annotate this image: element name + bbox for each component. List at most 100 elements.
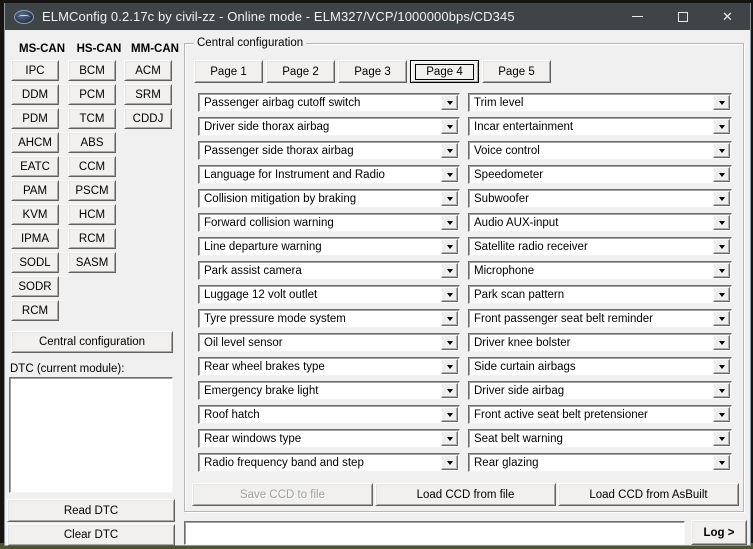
config-dropdown[interactable]: Driver knee bolster [468, 333, 732, 352]
tab-page-3[interactable]: Page 3 [338, 60, 407, 83]
config-dropdown[interactable]: Tyre pressure mode system [198, 309, 460, 328]
module-button[interactable]: BCM [68, 60, 116, 81]
module-button[interactable]: EATC [11, 156, 59, 177]
load-ccd-from-file-button[interactable]: Load CCD from file [375, 483, 556, 506]
dropdown-arrow-button[interactable] [713, 335, 730, 350]
config-dropdown[interactable]: Audio AUX-input [468, 213, 732, 232]
tab-page-2[interactable]: Page 2 [266, 60, 335, 83]
dropdown-arrow-button[interactable] [713, 263, 730, 278]
tab-page-1[interactable]: Page 1 [194, 60, 263, 83]
dropdown-arrow-button[interactable] [713, 407, 730, 422]
dropdown-arrow-button[interactable] [441, 215, 458, 230]
config-dropdown[interactable]: Language for Instrument and Radio [198, 165, 460, 184]
dropdown-arrow-button[interactable] [441, 263, 458, 278]
config-dropdown[interactable]: Side curtain airbags [468, 357, 732, 376]
config-dropdown[interactable]: Rear wheel brakes type [198, 357, 460, 376]
dropdown-arrow-button[interactable] [713, 383, 730, 398]
dropdown-arrow-button[interactable] [713, 287, 730, 302]
dropdown-arrow-button[interactable] [713, 431, 730, 446]
module-button[interactable]: HCM [68, 204, 116, 225]
module-button[interactable]: PDM [11, 108, 59, 129]
central-configuration-button[interactable]: Central configuration [11, 331, 173, 353]
config-dropdown[interactable]: Driver side thorax airbag [198, 117, 460, 136]
module-button[interactable]: ABS [68, 132, 116, 153]
read-dtc-button[interactable]: Read DTC [7, 499, 175, 522]
dropdown-arrow-button[interactable] [441, 119, 458, 134]
config-dropdown[interactable]: Front active seat belt pretensioner [468, 405, 732, 424]
config-dropdown[interactable]: Trim level [468, 93, 732, 112]
module-button[interactable]: PSCM [68, 180, 116, 201]
dropdown-arrow-button[interactable] [713, 119, 730, 134]
module-button[interactable]: IPMA [11, 228, 59, 249]
module-button[interactable]: ACM [124, 60, 172, 81]
config-dropdown[interactable]: Rear windows type [198, 429, 460, 448]
dropdown-arrow-button[interactable] [441, 431, 458, 446]
minimize-button[interactable] [615, 3, 660, 30]
module-button[interactable]: CCM [68, 156, 116, 177]
dropdown-arrow-button[interactable] [441, 167, 458, 182]
module-button[interactable]: CDDJ [124, 108, 172, 129]
dropdown-arrow-button[interactable] [713, 191, 730, 206]
config-dropdown[interactable]: Collision mitigation by braking [198, 189, 460, 208]
module-button[interactable]: KVM [11, 204, 59, 225]
dropdown-arrow-button[interactable] [441, 335, 458, 350]
config-dropdown[interactable]: Luggage 12 volt outlet [198, 285, 460, 304]
clear-dtc-button[interactable]: Clear DTC [7, 524, 175, 546]
dropdown-arrow-button[interactable] [713, 167, 730, 182]
dropdown-arrow-button[interactable] [441, 287, 458, 302]
dropdown-arrow-button[interactable] [441, 95, 458, 110]
maximize-button[interactable] [660, 3, 705, 30]
module-button[interactable]: SASM [68, 252, 116, 273]
config-dropdown[interactable]: Roof hatch [198, 405, 460, 424]
dropdown-arrow-button[interactable] [441, 239, 458, 254]
config-dropdown[interactable]: Forward collision warning [198, 213, 460, 232]
config-dropdown[interactable]: Passenger side thorax airbag [198, 141, 460, 160]
dropdown-arrow-button[interactable] [713, 455, 730, 470]
dropdown-arrow-button[interactable] [713, 95, 730, 110]
dropdown-arrow-button[interactable] [441, 359, 458, 374]
tab-page-5[interactable]: Page 5 [482, 60, 551, 83]
dropdown-arrow-button[interactable] [713, 239, 730, 254]
module-button[interactable]: SODL [11, 252, 59, 273]
config-dropdown[interactable]: Seat belt warning [468, 429, 732, 448]
config-dropdown[interactable]: Rear glazing [468, 453, 732, 472]
command-input[interactable] [184, 521, 685, 545]
config-dropdown[interactable]: Front passenger seat belt reminder [468, 309, 732, 328]
module-button[interactable]: TCM [68, 108, 116, 129]
load-ccd-from-asbuilt-button[interactable]: Load CCD from AsBuilt [558, 483, 739, 506]
dropdown-arrow-button[interactable] [441, 143, 458, 158]
module-button[interactable]: PAM [11, 180, 59, 201]
dropdown-arrow-button[interactable] [713, 359, 730, 374]
config-dropdown[interactable]: Line departure warning [198, 237, 460, 256]
module-button[interactable]: IPC [11, 60, 59, 81]
config-dropdown[interactable]: Microphone [468, 261, 732, 280]
config-dropdown[interactable]: Voice control [468, 141, 732, 160]
module-button[interactable]: SRM [124, 84, 172, 105]
dropdown-arrow-button[interactable] [441, 455, 458, 470]
tab-page-4-active[interactable]: Page 4 [410, 60, 479, 83]
dropdown-arrow-button[interactable] [441, 311, 458, 326]
dropdown-arrow-button[interactable] [441, 407, 458, 422]
close-button[interactable]: ✕ [705, 3, 750, 30]
config-dropdown[interactable]: Driver side airbag [468, 381, 732, 400]
dropdown-arrow-button[interactable] [441, 191, 458, 206]
dropdown-arrow-button[interactable] [713, 143, 730, 158]
config-dropdown[interactable]: Radio frequency band and step [198, 453, 460, 472]
config-dropdown[interactable]: Park assist camera [198, 261, 460, 280]
dropdown-arrow-button[interactable] [713, 215, 730, 230]
module-button[interactable]: SODR [11, 276, 59, 297]
module-button[interactable]: RCM [68, 228, 116, 249]
dropdown-arrow-button[interactable] [713, 311, 730, 326]
module-button[interactable]: RCM [11, 300, 59, 321]
module-button[interactable]: AHCM [11, 132, 59, 153]
config-dropdown[interactable]: Park scan pattern [468, 285, 732, 304]
log-button[interactable]: Log > [691, 520, 747, 545]
config-dropdown[interactable]: Subwoofer [468, 189, 732, 208]
config-dropdown[interactable]: Incar entertainment [468, 117, 732, 136]
config-dropdown[interactable]: Speedometer [468, 165, 732, 184]
module-button[interactable]: PCM [68, 84, 116, 105]
module-button[interactable]: DDM [11, 84, 59, 105]
config-dropdown[interactable]: Passenger airbag cutoff switch [198, 93, 460, 112]
dropdown-arrow-button[interactable] [441, 383, 458, 398]
config-dropdown[interactable]: Emergency brake light [198, 381, 460, 400]
